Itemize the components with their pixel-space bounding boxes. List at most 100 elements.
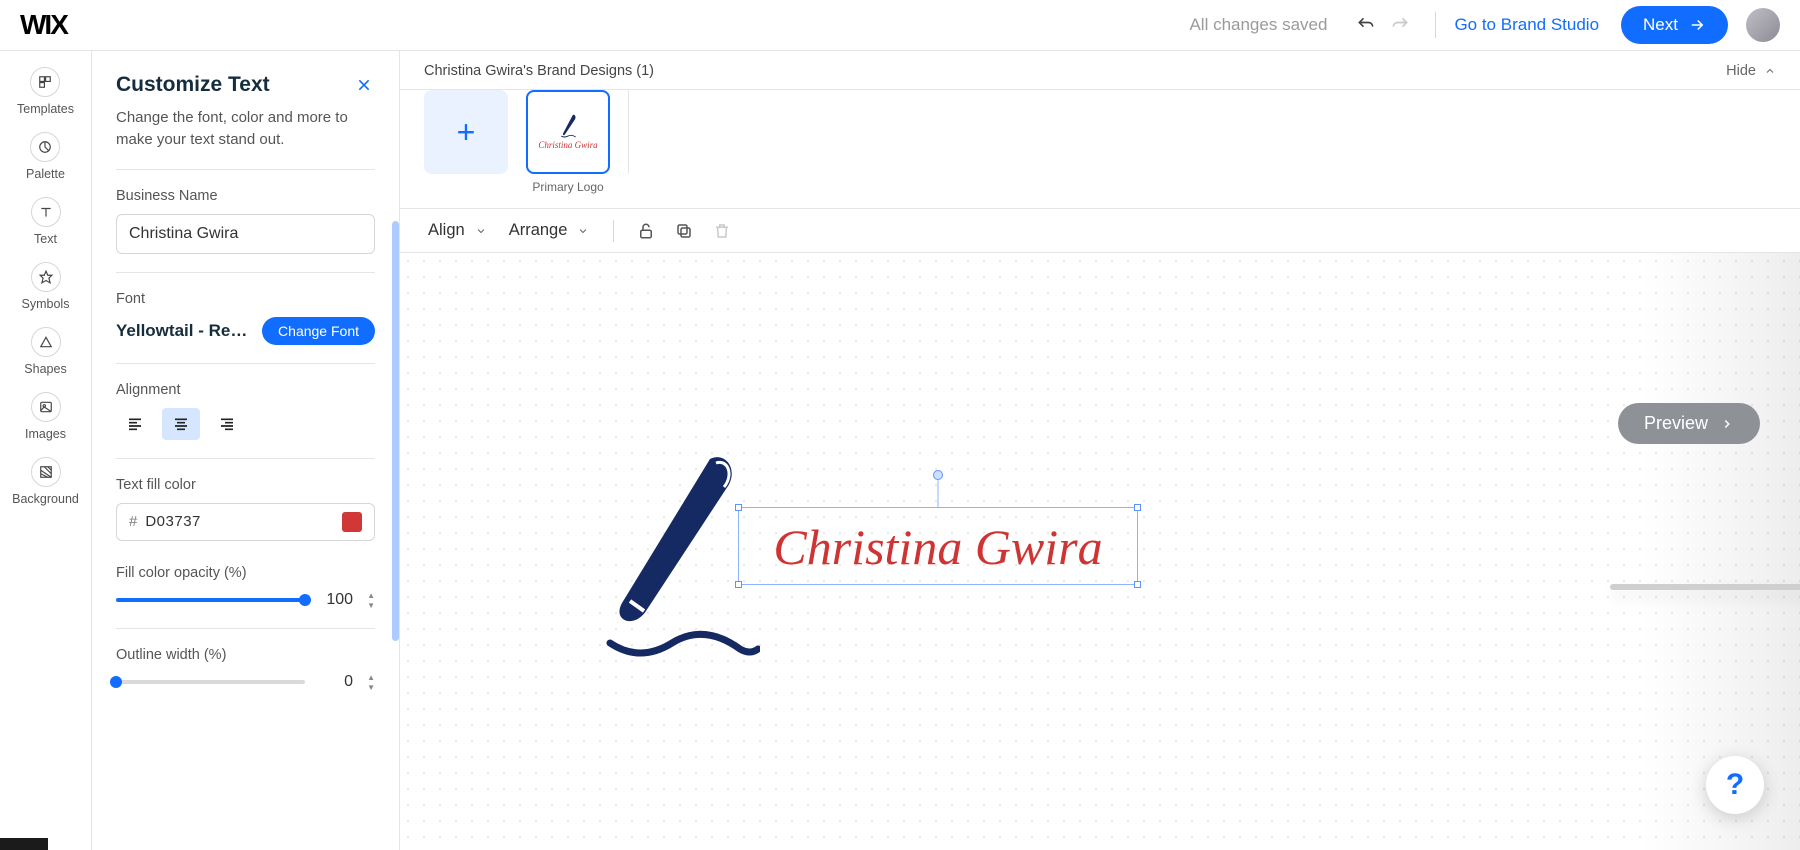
close-icon (356, 77, 372, 93)
fill-color-section: Text fill color # D03737 (92, 459, 399, 559)
text-icon (39, 205, 53, 219)
thumb-divider (628, 90, 629, 174)
alignment-label: Alignment (116, 382, 375, 398)
next-label: Next (1643, 15, 1678, 35)
top-bar: WIX All changes saved Go to Brand Studio… (0, 0, 1800, 51)
rail-templates[interactable]: Templates (17, 67, 74, 116)
design-thumbnails: + Christina Gwira Primary Logo (400, 90, 1800, 209)
outline-section: Outline width (%) 0 ▲▼ (92, 629, 399, 710)
resize-handle-tl[interactable] (735, 504, 742, 511)
opacity-stepper[interactable]: ▲▼ (367, 591, 375, 610)
align-center-icon (172, 416, 190, 432)
fill-color-input[interactable]: # D03737 (116, 503, 375, 541)
next-button[interactable]: Next (1621, 6, 1728, 44)
rail-background[interactable]: Background (12, 457, 79, 506)
font-section: Font Yellowtail - Reg… Change Font (92, 273, 399, 363)
arrow-right-icon (1688, 16, 1706, 34)
wix-logo: WIX (20, 9, 67, 41)
rotate-handle[interactable] (933, 470, 943, 480)
rail-label: Templates (17, 102, 74, 116)
fill-color-swatch[interactable] (342, 512, 362, 532)
align-right-icon (218, 416, 236, 432)
canvas-area: Christina Gwira's Brand Designs (1) Hide… (400, 51, 1800, 850)
rail-label: Images (25, 427, 66, 441)
align-dropdown[interactable]: Align (420, 215, 495, 246)
align-dd-label: Align (428, 221, 465, 240)
business-name-label: Business Name (116, 188, 375, 204)
duplicate-button[interactable] (668, 215, 700, 247)
change-font-button[interactable]: Change Font (262, 317, 375, 345)
preview-button[interactable]: Preview (1618, 403, 1760, 444)
chevron-up-icon (1764, 65, 1776, 77)
workspace: Templates Palette Text Symbols Shapes Im… (0, 51, 1800, 850)
redo-icon (1390, 15, 1410, 35)
thumb-text: Christina Gwira (538, 140, 597, 150)
bottom-strip (0, 838, 48, 850)
align-right-button[interactable] (208, 408, 246, 440)
hash-symbol: # (129, 513, 137, 530)
alignment-section: Alignment (92, 364, 399, 458)
panel-title: Customize Text (116, 73, 270, 97)
logo-element[interactable] (600, 453, 760, 663)
undo-icon (1356, 15, 1376, 35)
close-panel-button[interactable] (353, 74, 375, 96)
text-element-selected[interactable]: Christina Gwira (738, 507, 1138, 585)
hide-toggle[interactable]: Hide (1726, 63, 1776, 79)
plus-icon: + (457, 114, 476, 151)
preview-label: Preview (1644, 413, 1708, 434)
palette-icon (38, 140, 52, 154)
chevron-down-icon (475, 225, 487, 237)
save-status: All changes saved (1189, 15, 1327, 35)
resize-handle-bl[interactable] (735, 581, 742, 588)
align-center-button[interactable] (162, 408, 200, 440)
canvas-toolbar: Align Arrange (400, 209, 1800, 253)
opacity-slider[interactable] (116, 598, 305, 602)
resize-handle-br[interactable] (1134, 581, 1141, 588)
outline-slider[interactable] (116, 680, 305, 684)
rail-text[interactable]: Text (31, 197, 61, 246)
rail-label: Symbols (22, 297, 70, 311)
resize-handle-tr[interactable] (1134, 504, 1141, 511)
chevron-right-icon (1720, 417, 1734, 431)
align-left-button[interactable] (116, 408, 154, 440)
redo-button[interactable] (1383, 8, 1417, 42)
rotate-line (938, 480, 939, 508)
rail-symbols[interactable]: Symbols (22, 262, 70, 311)
brand-text-content: Christina Gwira (739, 508, 1137, 586)
unlock-icon (637, 222, 655, 240)
left-rail: Templates Palette Text Symbols Shapes Im… (0, 51, 92, 850)
outline-stepper[interactable]: ▲▼ (367, 673, 375, 692)
lock-button[interactable] (630, 215, 662, 247)
rail-shapes[interactable]: Shapes (24, 327, 66, 376)
add-design-thumb[interactable]: + (424, 90, 508, 174)
pen-mini-icon (558, 114, 578, 138)
design-canvas[interactable]: Preview Christina Gwira (400, 253, 1800, 850)
help-button[interactable]: ? (1706, 756, 1764, 814)
brand-studio-link[interactable]: Go to Brand Studio (1454, 15, 1599, 35)
rail-label: Text (34, 232, 57, 246)
rail-palette[interactable]: Palette (26, 132, 65, 181)
outline-value: 0 (319, 673, 353, 691)
user-avatar[interactable] (1746, 8, 1780, 42)
star-icon (39, 270, 53, 284)
opacity-section: Fill color opacity (%) 100 ▲▼ (92, 559, 399, 628)
shapes-icon (39, 335, 53, 349)
arrange-dd-label: Arrange (509, 221, 568, 240)
font-name: Yellowtail - Reg… (116, 321, 252, 341)
fill-color-label: Text fill color (116, 477, 375, 493)
business-name-input[interactable] (116, 214, 375, 254)
templates-icon (38, 75, 52, 89)
copy-icon (675, 222, 693, 240)
undo-button[interactable] (1349, 8, 1383, 42)
primary-logo-thumb[interactable]: Christina Gwira Primary Logo (526, 90, 610, 194)
opacity-value: 100 (319, 591, 353, 609)
rail-images[interactable]: Images (25, 392, 66, 441)
opacity-label: Fill color opacity (%) (116, 565, 375, 581)
background-icon (39, 465, 53, 479)
align-left-icon (126, 416, 144, 432)
rail-label: Palette (26, 167, 65, 181)
thumb-caption: Primary Logo (532, 180, 603, 194)
arrange-dropdown[interactable]: Arrange (501, 215, 598, 246)
delete-button[interactable] (706, 215, 738, 247)
hide-label: Hide (1726, 63, 1756, 79)
